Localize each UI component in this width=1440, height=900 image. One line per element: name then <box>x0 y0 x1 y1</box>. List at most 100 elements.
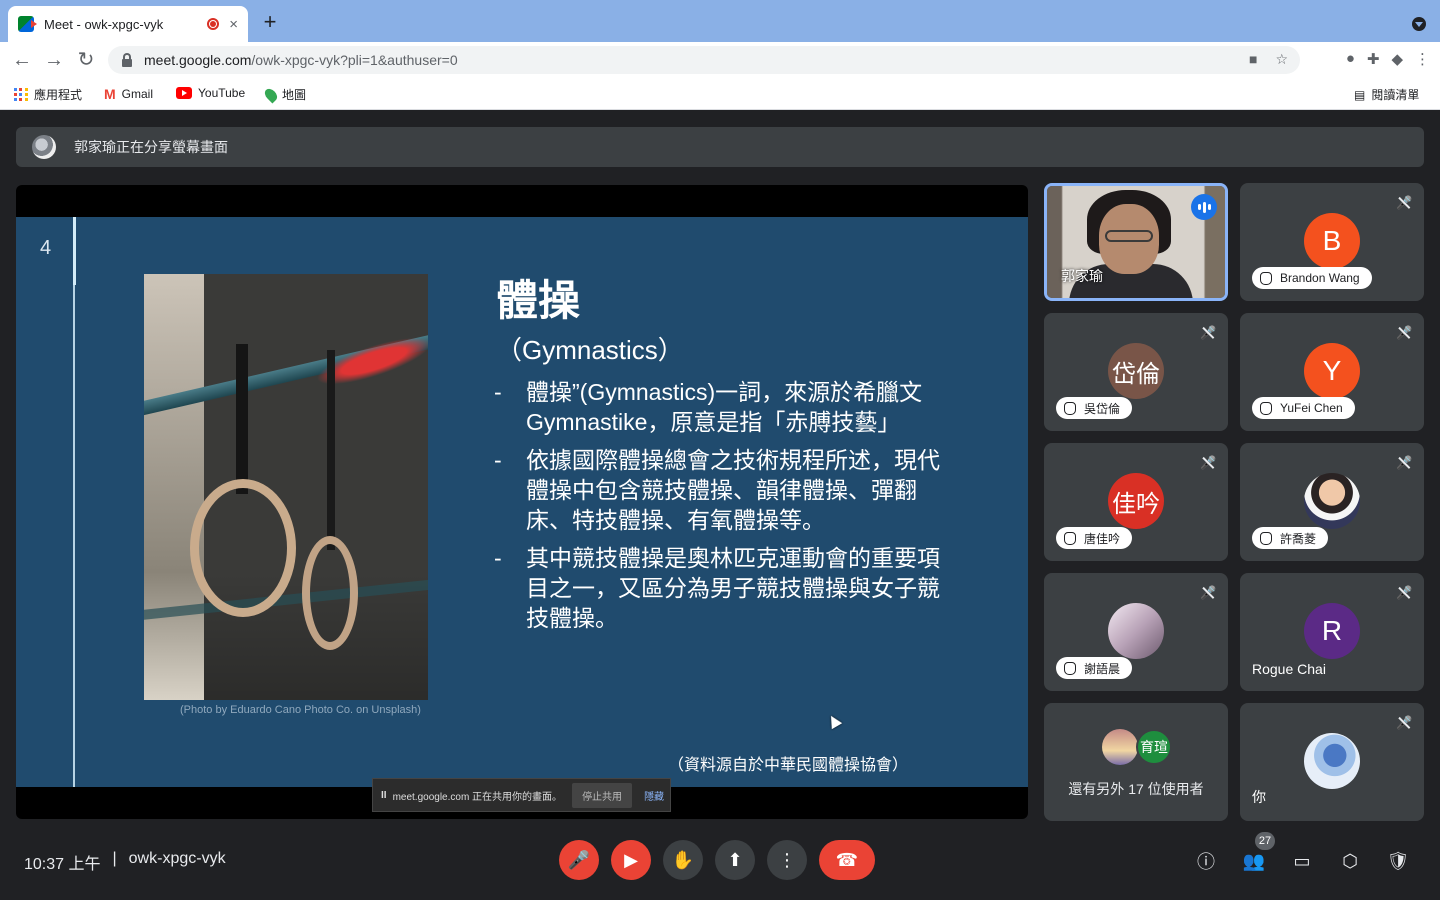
kebab-menu-icon[interactable]: ⋮ <box>1415 50 1430 68</box>
tab-close-button[interactable]: × <box>229 16 238 33</box>
photo-credit: (Photo by Eduardo Cano Photo Co. on Unsp… <box>180 704 421 716</box>
browser-tab[interactable]: Meet - owk-xpgc-vyk × <box>8 6 248 42</box>
gmail-icon: M <box>104 86 116 102</box>
new-tab-button[interactable]: + <box>258 10 282 34</box>
participant-nametag: 許喬菱 <box>1252 527 1329 549</box>
participant-nametag: 謝語晨 <box>1056 657 1133 679</box>
bookmark-apps-label: 應用程式 <box>34 88 83 102</box>
avatar: Y <box>1304 343 1360 399</box>
chat-button[interactable]: ▭ <box>1289 848 1315 874</box>
youtube-icon <box>176 87 192 99</box>
raise-hand-button[interactable]: ✋ <box>663 840 703 880</box>
participant-tile[interactable]: 🎤 Y YuFei Chen <box>1240 313 1424 431</box>
slide-bullet: - 依據國際體操總會之技術規程所述，現代體操中包含競技體操、韻律體操、彈翻床、特技… <box>494 447 940 533</box>
avatar-photo <box>1304 473 1360 529</box>
raised-hand-icon <box>1260 271 1272 285</box>
more-participants-tile[interactable]: 育瑄 還有另外 17 位使用者 <box>1044 703 1228 821</box>
bookmark-gmail[interactable]: M Gmail <box>104 86 153 102</box>
slide-divider <box>73 217 75 787</box>
raised-hand-icon <box>1260 531 1272 545</box>
forward-arrow-icon[interactable]: → <box>42 48 66 72</box>
owl-extension-icon[interactable]: ● <box>1346 50 1355 68</box>
avatar-photo <box>1108 603 1164 659</box>
participant-name: 郭家瑜 <box>1061 268 1103 284</box>
gymnastics-rings-photo <box>144 274 428 700</box>
bookmark-star-icon[interactable]: ☆ <box>1275 51 1288 68</box>
shield-lock-icon: 🛡 <box>1386 850 1410 871</box>
more-participants-label: 還有另外 17 位使用者 <box>1068 781 1204 797</box>
mic-toggle-button[interactable]: 🎤 <box>559 840 599 880</box>
participant-tile[interactable]: 🎤 許喬菱 <box>1240 443 1424 561</box>
back-arrow-icon[interactable]: ← <box>10 48 34 72</box>
bookmark-maps[interactable]: 地圖 <box>262 86 307 103</box>
camera-in-use-icon[interactable]: ■ <box>1249 51 1257 68</box>
participant-tile-video[interactable]: 郭家瑜 <box>1044 183 1228 301</box>
mic-off-icon: 🎤 <box>1396 715 1413 730</box>
leave-call-button[interactable]: ☎ <box>819 840 875 880</box>
share-message: meet.google.com 正在共用你的畫面。 <box>392 791 563 803</box>
presenting-text: 郭家瑜正在分享螢幕畫面 <box>74 139 228 155</box>
screen-share-bar: II meet.google.com 正在共用你的畫面。 停止共用 隱藏 <box>372 778 671 812</box>
more-options-button[interactable]: ⋮ <box>767 840 807 880</box>
browser-toolbar: ← → ↻ meet.google.com/owk-xpgc-vyk?pli=1… <box>0 42 1440 78</box>
mic-off-icon: 🎤 <box>1200 325 1217 340</box>
mic-off-icon: 🎤 <box>1200 585 1217 600</box>
bookmark-apps[interactable]: 應用程式 <box>14 86 82 103</box>
tab-strip: Meet - owk-xpgc-vyk × + <box>0 0 1440 42</box>
slide-divider-highlight <box>73 217 76 285</box>
reading-list[interactable]: ▤ 閱讀清單 <box>1354 86 1419 103</box>
profile-avatar-icon[interactable]: ◆ <box>1391 50 1403 68</box>
participant-tile[interactable]: 🎤 岱倫 吳岱倫 <box>1044 313 1228 431</box>
slide-bullet: - 體操”(Gymnastics)一詞，來源於希臘文 Gymnastike，原意是… <box>494 379 923 435</box>
info-icon: ⓘ <box>1197 852 1215 872</box>
avatar: 佳吟 <box>1108 473 1164 529</box>
address-bar[interactable]: meet.google.com/owk-xpgc-vyk?pli=1&authu… <box>108 46 1300 74</box>
camera-toggle-button[interactable]: ▶ <box>611 840 651 880</box>
host-controls-button[interactable]: 🛡 <box>1385 848 1411 874</box>
bookmark-youtube[interactable]: YouTube <box>176 86 245 100</box>
camera-off-icon: ▶ <box>624 849 638 870</box>
pause-icon[interactable]: II <box>381 790 387 801</box>
hide-share-bar-button[interactable]: 隱藏 <box>644 788 664 803</box>
avatar: 岱倫 <box>1108 343 1164 399</box>
mic-off-icon: 🎤 <box>1396 455 1413 470</box>
tab-title: Meet - owk-xpgc-vyk <box>44 16 164 32</box>
self-tile[interactable]: 🎤 你 <box>1240 703 1424 821</box>
present-button[interactable]: ⬆ <box>715 840 755 880</box>
people-button[interactable]: 👥 <box>1241 848 1267 874</box>
activities-button[interactable]: ⬡ <box>1337 848 1363 874</box>
stop-sharing-button[interactable]: 停止共用 <box>572 782 633 808</box>
bookmark-gmail-label: Gmail <box>121 87 154 101</box>
slide-number: 4 <box>40 237 52 259</box>
bookmark-maps-label: 地圖 <box>282 88 307 102</box>
slide-bullets: - 體操”(Gymnastics)一詞，來源於希臘文 Gymnastike，原意是… <box>494 377 954 641</box>
lock-icon[interactable] <box>122 53 132 67</box>
meeting-details-button[interactable]: ⓘ <box>1193 848 1219 874</box>
more-avatars: 育瑄 <box>1102 727 1182 767</box>
slide-subtitle: （Gymnastics） <box>496 335 684 365</box>
self-name: 你 <box>1252 789 1266 805</box>
chat-icon: ▭ <box>1293 850 1311 871</box>
presentation-stage[interactable]: 4 (Photo by Eduardo Cano Photo Co. on Un… <box>16 185 1028 819</box>
avatar: R <box>1304 603 1360 659</box>
puzzle-extensions-icon[interactable]: ✚ <box>1367 50 1380 68</box>
url-host: meet.google.com <box>144 52 252 68</box>
tab-search-icon[interactable] <box>1412 17 1426 31</box>
slide-bullet: - 其中競技體操是奧林匹克運動會的重要項目之一，又區分為男子競技體操與女子競技體操… <box>494 545 940 631</box>
recording-icon <box>207 18 220 30</box>
participant-nametag: YuFei Chen <box>1252 397 1355 419</box>
meeting-code: owk-xpgc-vyk <box>128 850 226 867</box>
mic-off-icon: 🎤 <box>567 849 591 870</box>
slide-title: 體操 <box>496 276 581 325</box>
participant-tile[interactable]: 🎤 佳吟 唐佳吟 <box>1044 443 1228 561</box>
participant-tile[interactable]: 🎤 B Brandon Wang <box>1240 183 1424 301</box>
people-icon: 👥 <box>1242 850 1266 871</box>
mic-off-icon: 🎤 <box>1396 195 1413 210</box>
participant-tile[interactable]: 🎤 R Rogue Chai <box>1240 573 1424 691</box>
control-bar: 10:37 上午 | owk-xpgc-vyk 🎤 ▶ ✋ ⬆ ⋮ ☎ ⓘ 👥 … <box>0 830 1440 900</box>
participant-tile[interactable]: 🎤 謝語晨 <box>1044 573 1228 691</box>
reload-icon[interactable]: ↻ <box>74 48 98 72</box>
hand-icon: ✋ <box>671 849 695 870</box>
reading-list-icon: ▤ <box>1354 87 1366 102</box>
people-count-badge: 27 <box>1255 832 1275 850</box>
